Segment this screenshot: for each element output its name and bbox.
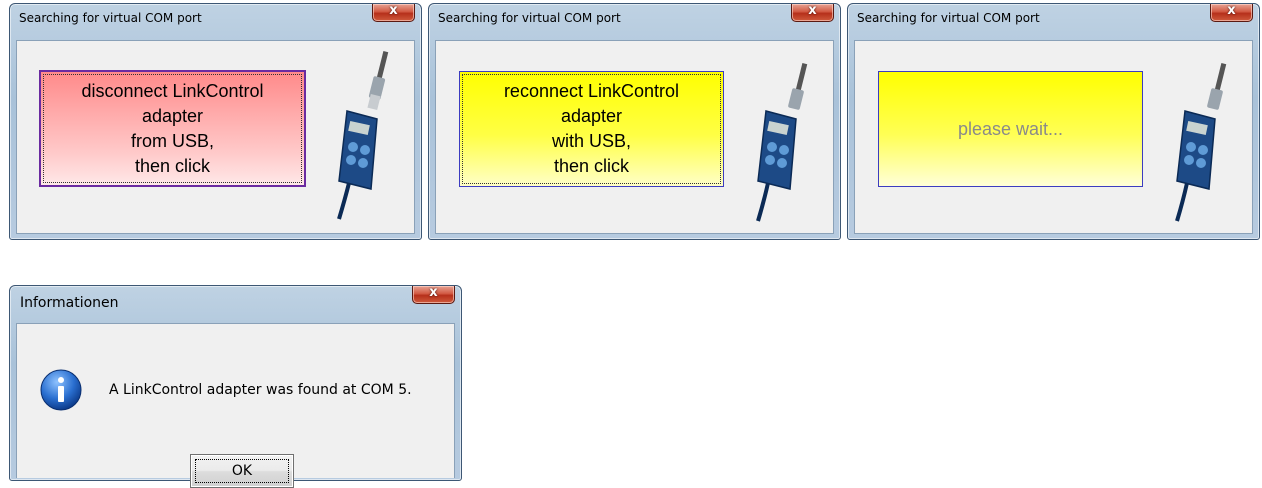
search-dialog-3: Searching for virtual COM port x please … bbox=[847, 3, 1260, 240]
dialog-client-area: A LinkControl adapter was found at COM 5… bbox=[16, 323, 455, 488]
window-title: Searching for virtual COM port bbox=[857, 11, 1040, 25]
close-button[interactable]: x bbox=[791, 3, 834, 22]
usb-adapter-device-icon bbox=[1175, 63, 1227, 222]
reconnect-prompt-button[interactable]: reconnect LinkControl adapter with USB, … bbox=[459, 71, 724, 187]
info-dialog: Informationen x A LinkControl adapter wa… bbox=[9, 285, 462, 488]
dialog-client-area: disconnect LinkControl adapter from USB,… bbox=[16, 40, 415, 234]
window-title: Searching for virtual COM port bbox=[19, 11, 202, 25]
search-dialog-1: Searching for virtual COM port x disconn… bbox=[9, 3, 422, 240]
close-icon: x bbox=[389, 3, 398, 18]
close-icon: x bbox=[429, 285, 438, 300]
prompt-text: reconnect LinkControl adapter with USB, … bbox=[503, 81, 680, 176]
window-title: Searching for virtual COM port bbox=[438, 11, 621, 25]
info-message: A LinkControl adapter was found at COM 5… bbox=[109, 382, 412, 398]
search-dialog-2: Searching for virtual COM port x reconne… bbox=[428, 3, 841, 240]
prompt-text: please wait... bbox=[957, 118, 1064, 139]
prompt-text: disconnect LinkControl adapter from USB,… bbox=[81, 80, 264, 176]
dialog-client-area: please wait... bbox=[854, 40, 1253, 234]
close-icon: x bbox=[1227, 3, 1236, 18]
window-title: Informationen bbox=[20, 295, 119, 311]
close-button[interactable]: x bbox=[372, 3, 415, 22]
close-button[interactable]: x bbox=[412, 285, 455, 304]
usb-adapter-device-icon bbox=[756, 63, 808, 222]
close-button[interactable]: x bbox=[1210, 3, 1253, 22]
ok-button-label: OK bbox=[231, 463, 253, 479]
info-icon bbox=[40, 369, 82, 411]
disconnect-prompt-button[interactable]: disconnect LinkControl adapter from USB,… bbox=[39, 70, 306, 187]
usb-adapter-device-icon bbox=[337, 51, 389, 220]
ok-button[interactable]: OK bbox=[190, 454, 294, 488]
please-wait-panel: please wait... bbox=[878, 71, 1143, 187]
dialog-client-area: reconnect LinkControl adapter with USB, … bbox=[435, 40, 834, 234]
close-icon: x bbox=[808, 3, 817, 18]
